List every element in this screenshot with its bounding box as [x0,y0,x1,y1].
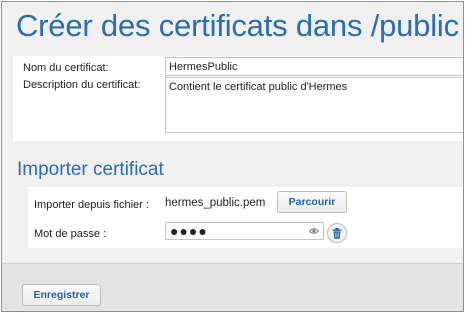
trash-icon [332,227,342,239]
delete-file-button[interactable] [327,223,347,243]
certificate-description-label: Description du certificat: [23,79,141,91]
certificate-name-label: Nom du certificat: [23,62,109,74]
page-title: Créer des certificats dans /public [16,8,459,43]
browse-button[interactable]: Parcourir [277,191,347,213]
save-button[interactable]: Enregistrer [22,284,101,306]
certificate-name-input[interactable]: HermesPublic [165,57,463,76]
certificate-description-textarea[interactable]: Contient le certificat public d'Hermes [165,77,463,133]
certificate-info-panel: Nom du certificat: HermesPublic Descript… [13,56,463,141]
import-panel: Importer depuis fichier : hermes_public.… [28,187,463,248]
password-input[interactable]: ●●●● [165,222,324,240]
dialog-frame: Créer des certificats dans /public Nom d… [1,1,464,312]
import-section-title: Importer certificat [17,159,164,180]
footer-bar: Enregistrer [2,263,463,311]
password-label: Mot de passe : [34,228,107,240]
password-mask: ●●●● [170,223,208,239]
import-file-label: Importer depuis fichier : [34,199,149,211]
eye-icon[interactable] [309,227,319,235]
import-file-name: hermes_public.pem [165,197,266,209]
